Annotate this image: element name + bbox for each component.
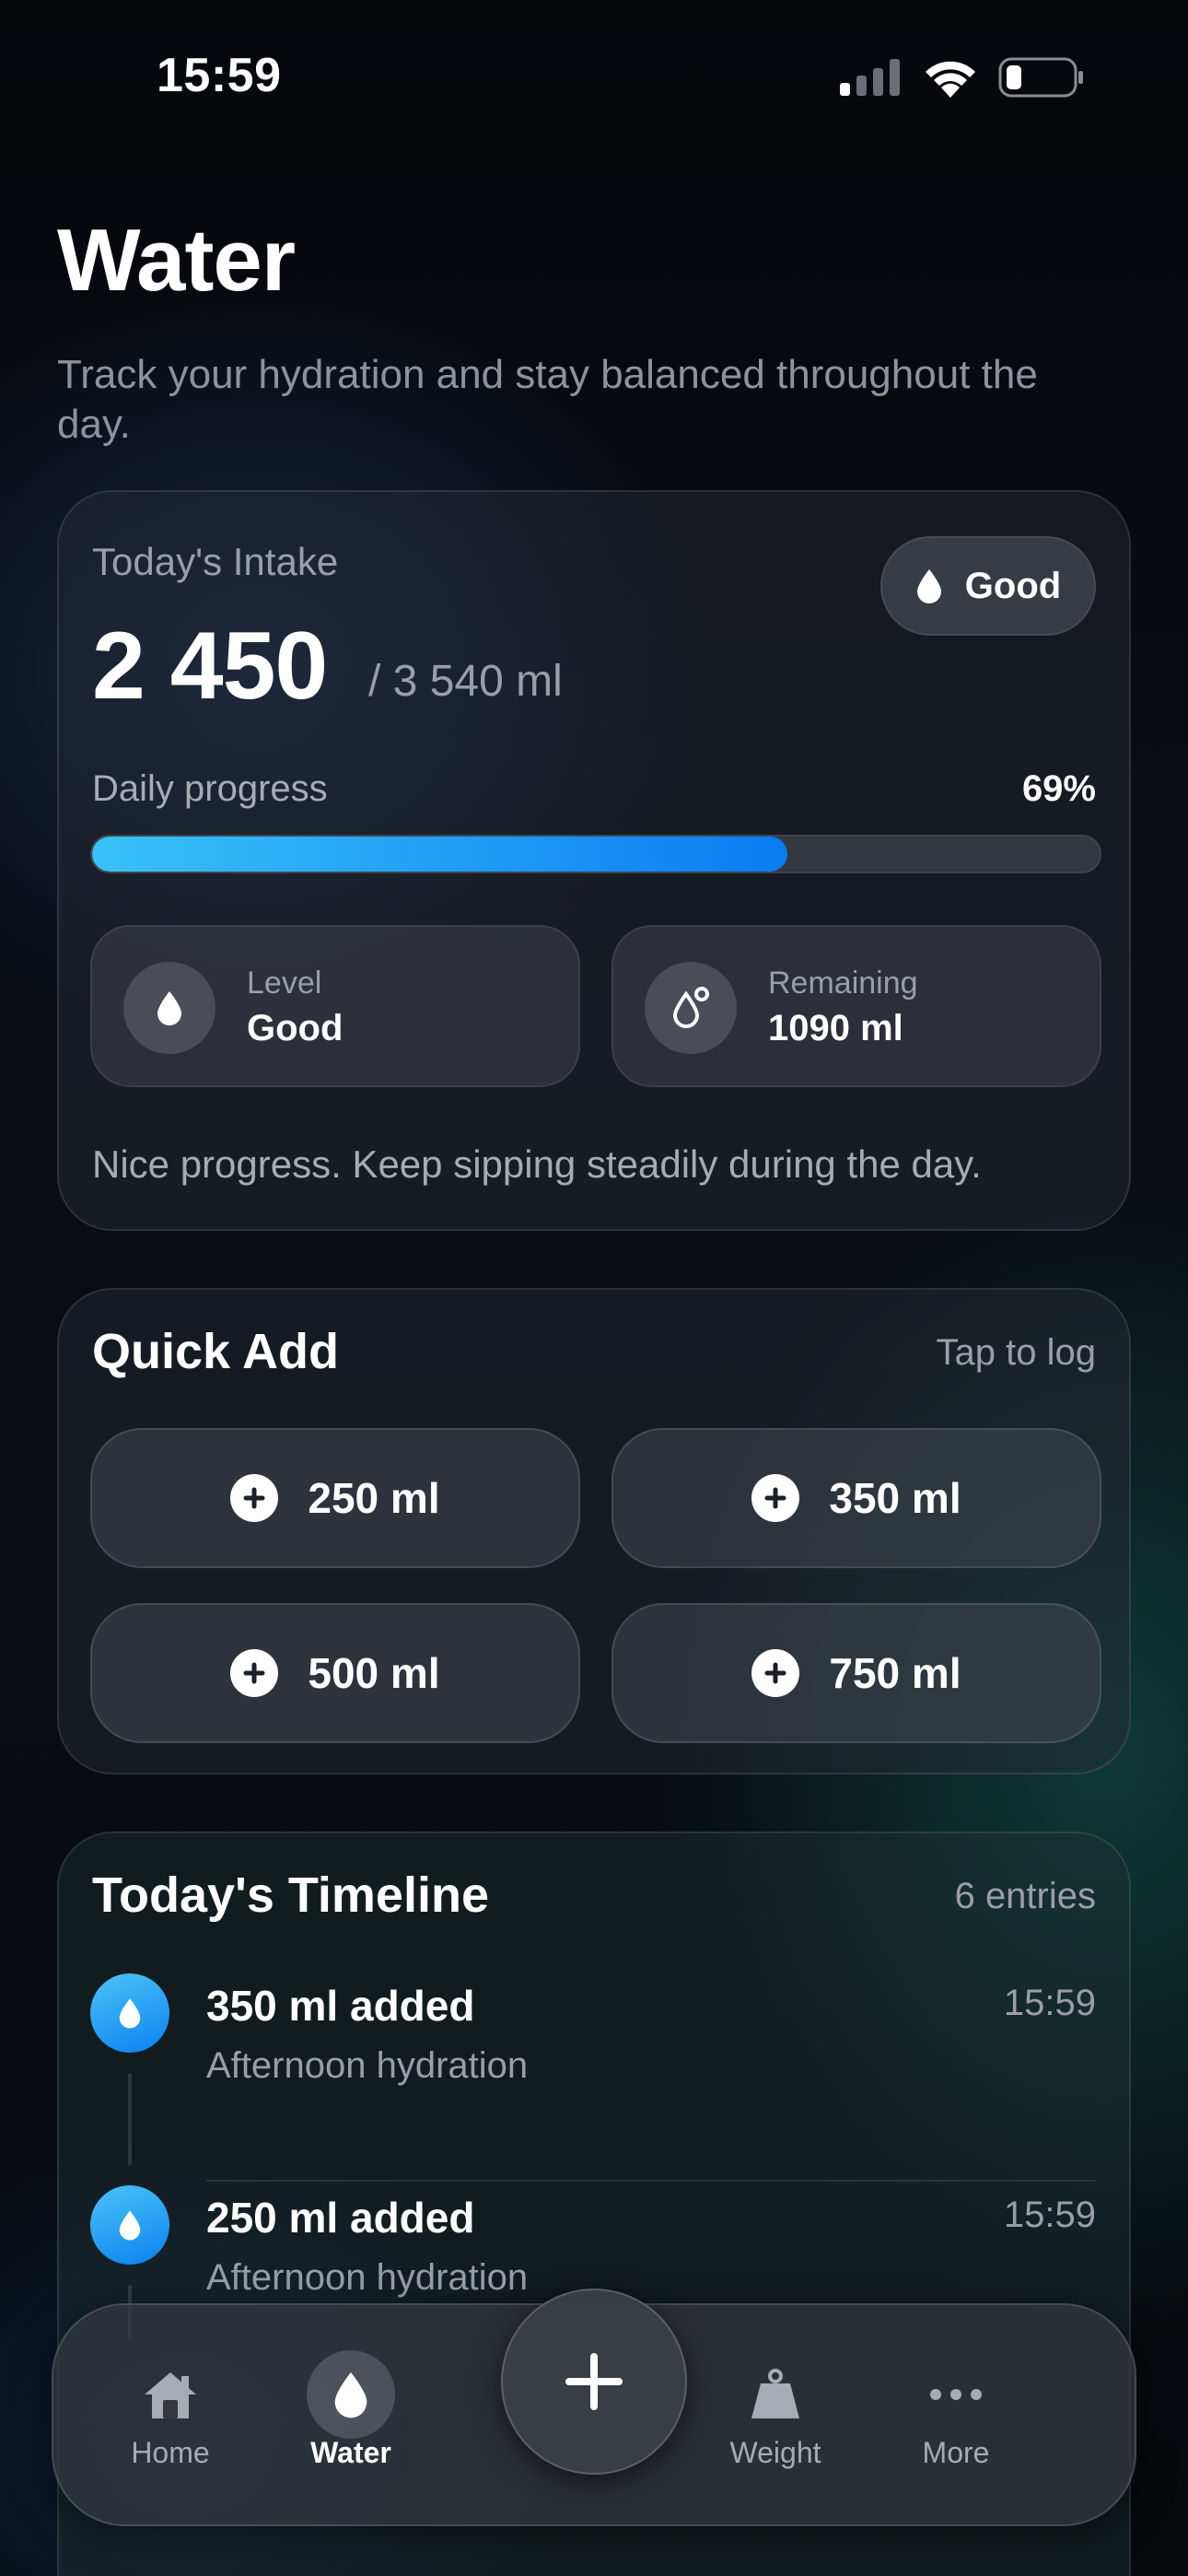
add-500-button[interactable]: 500 ml (90, 1603, 580, 1743)
quick-add-card: Quick Add Tap to log 250 ml 350 ml 500 m… (57, 1288, 1131, 1774)
more-icon (928, 2353, 984, 2436)
timeline-entry-time: 15:59 (1003, 2195, 1096, 2235)
level-label: Level (247, 966, 322, 1001)
timeline-title: Today's Timeline (92, 1868, 489, 1923)
drops-icon (645, 962, 737, 1054)
intake-amount: 2 450 (92, 613, 328, 720)
timeline-divider (206, 2180, 1096, 2182)
status-icons (840, 57, 1085, 98)
water-drop-icon (90, 2185, 169, 2265)
wifi-icon (926, 61, 975, 98)
timeline-count: 6 entries (954, 1876, 1096, 1916)
weight-icon (748, 2353, 803, 2436)
tab-water[interactable]: Water (268, 2350, 434, 2491)
timeline-entry-time: 15:59 (1003, 1983, 1096, 2023)
water-drop-icon (307, 2350, 395, 2439)
add-350-label: 350 ml (829, 1474, 961, 1522)
tab-home-label: Home (131, 2436, 210, 2469)
status-badge[interactable]: Good (880, 536, 1096, 636)
add-entry-button[interactable] (501, 2289, 687, 2475)
timeline-entry-subtitle: Afternoon hydration (206, 2257, 529, 2298)
add-750-button[interactable]: 750 ml (611, 1603, 1101, 1743)
timeline-entry-subtitle: Afternoon hydration (206, 2045, 529, 2086)
plus-icon (565, 2353, 623, 2410)
intake-label: Today's Intake (92, 540, 339, 583)
progress-bar (90, 835, 1101, 873)
cellular-icon (840, 59, 900, 96)
battery-icon (998, 57, 1083, 98)
add-250-button[interactable]: 250 ml (90, 1428, 580, 1568)
plus-icon (751, 1474, 800, 1522)
progress-fill (92, 837, 787, 872)
remaining-label: Remaining (768, 966, 918, 1001)
remaining-value: 1090 ml (768, 1008, 903, 1048)
timeline-entry-title: 250 ml added (206, 2194, 475, 2242)
tab-home[interactable]: Home (87, 2353, 253, 2491)
tab-water-label: Water (310, 2436, 391, 2469)
intake-card: Today's Intake 2 450 / 3 540 ml Good Dai… (57, 490, 1131, 1231)
progress-percent: 69% (1021, 768, 1096, 809)
plus-icon (230, 1474, 279, 1522)
home-icon (141, 2353, 200, 2436)
page-subtitle: Track your hydration and stay balanced t… (57, 352, 1038, 447)
water-drop-icon (90, 1973, 169, 2053)
plus-icon (751, 1649, 800, 1697)
add-250-label: 250 ml (308, 1474, 440, 1522)
intake-message: Nice progress. Keep sipping steadily dur… (92, 1142, 982, 1186)
add-350-button[interactable]: 350 ml (611, 1428, 1101, 1568)
tab-weight-label: Weight (729, 2436, 821, 2469)
level-tile: Level Good (90, 925, 580, 1087)
tab-more[interactable]: More (873, 2353, 1039, 2491)
level-value: Good (247, 1008, 344, 1048)
page-title: Water (57, 211, 296, 310)
water-drop-icon (916, 569, 941, 603)
quick-add-title: Quick Add (92, 1324, 340, 1379)
timeline-entry-title: 350 ml added (206, 1982, 475, 2030)
intake-goal: / 3 540 ml (368, 657, 563, 706)
add-750-label: 750 ml (829, 1649, 961, 1697)
status-time: 15:59 (157, 49, 282, 102)
progress-label: Daily progress (92, 768, 328, 809)
quick-add-hint: Tap to log (936, 1332, 1096, 1373)
timeline-connector (128, 2073, 132, 2165)
plus-icon (230, 1649, 279, 1697)
status-badge-label: Good (964, 565, 1062, 606)
water-drop-icon (123, 962, 215, 1054)
remaining-tile: Remaining 1090 ml (611, 925, 1101, 1087)
tab-weight[interactable]: Weight (693, 2353, 858, 2491)
tab-more-label: More (922, 2436, 990, 2469)
add-500-label: 500 ml (308, 1649, 440, 1697)
